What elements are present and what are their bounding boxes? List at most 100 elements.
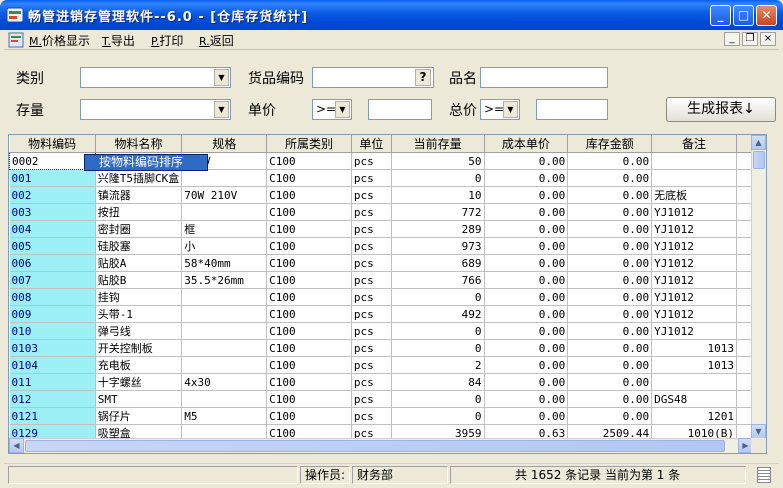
table-cell[interactable]: C100	[266, 356, 352, 374]
table-cell[interactable]: pcs	[351, 169, 392, 187]
table-cell[interactable]: 0002	[9, 152, 96, 170]
table-cell[interactable]: 0.00	[484, 373, 569, 391]
scroll-thumb[interactable]	[753, 151, 765, 169]
table-cell[interactable]	[181, 424, 268, 439]
scroll-down-icon[interactable]: ▼	[751, 424, 766, 439]
close-button[interactable]: ✕	[756, 5, 777, 26]
table-cell[interactable]: pcs	[351, 373, 392, 391]
table-cell[interactable]: 973	[391, 237, 485, 255]
table-cell[interactable]: pcs	[351, 220, 392, 238]
table-cell[interactable]: 006	[9, 254, 96, 272]
table-cell[interactable]	[181, 203, 268, 221]
table-cell[interactable]: 小	[181, 237, 268, 255]
table-cell[interactable]: 0.00	[567, 390, 653, 408]
total-input[interactable]	[536, 99, 608, 120]
column-header[interactable]: 单位	[351, 135, 392, 153]
table-cell[interactable]: 0.00	[484, 390, 569, 408]
table-cell[interactable]: 十字螺丝	[95, 373, 183, 391]
table-cell[interactable]: DGS48	[651, 390, 737, 408]
table-cell[interactable]: pcs	[351, 152, 392, 170]
table-cell[interactable]: 0.63	[484, 424, 569, 439]
mdi-minimize-button[interactable]: _	[724, 32, 740, 46]
table-cell[interactable]: 50	[391, 152, 485, 170]
table-cell[interactable]: 289	[391, 220, 485, 238]
table-cell[interactable]: C100	[266, 407, 352, 425]
column-header[interactable]: 物料编码	[9, 135, 96, 153]
table-cell[interactable]: 充电板	[95, 356, 183, 374]
table-cell[interactable]: 镇流器	[95, 186, 183, 204]
table-cell[interactable]: 0.00	[484, 186, 569, 204]
table-cell[interactable]: 无底板	[651, 186, 737, 204]
table-cell[interactable]: 005	[9, 237, 96, 255]
table-cell[interactable]: C100	[266, 373, 352, 391]
column-header[interactable]: 物料名称	[95, 135, 183, 153]
table-row[interactable]: 0104 充电板 C100 pcs 2 0.00 0.00 1013	[9, 356, 753, 374]
table-cell[interactable]: pcs	[351, 271, 392, 289]
chevron-down-icon[interactable]: ▼	[214, 101, 229, 118]
table-cell[interactable]: YJ1012	[651, 322, 737, 340]
lookup-button[interactable]: ?	[415, 69, 431, 86]
table-cell[interactable]: M5	[181, 407, 268, 425]
table-cell[interactable]: pcs	[351, 339, 392, 357]
table-cell[interactable]	[181, 288, 268, 306]
table-cell[interactable]: 0.00	[484, 339, 569, 357]
table-cell[interactable]: pcs	[351, 305, 392, 323]
table-cell[interactable]: pcs	[351, 407, 392, 425]
table-cell[interactable]: 0104	[9, 356, 96, 374]
table-cell[interactable]: 密封圈	[95, 220, 183, 238]
table-cell[interactable]: pcs	[351, 390, 392, 408]
table-cell[interactable]: 007	[9, 271, 96, 289]
table-cell[interactable]: 0.00	[484, 152, 569, 170]
price-input[interactable]	[368, 99, 432, 120]
table-cell[interactable]: 贴胶A	[95, 254, 183, 272]
code-input[interactable]: ?	[312, 67, 434, 88]
table-cell[interactable]: 0.00	[484, 254, 569, 272]
table-row[interactable]: 012 SMT C100 pcs 0 0.00 0.00 DGS48	[9, 390, 753, 408]
table-cell[interactable]: C100	[266, 186, 352, 204]
name-input[interactable]	[480, 67, 608, 88]
table-cell[interactable]: 0	[391, 322, 485, 340]
table-cell[interactable]: 492	[391, 305, 485, 323]
table-cell[interactable]	[651, 152, 737, 170]
table-cell[interactable]: pcs	[351, 288, 392, 306]
total-operator-select[interactable]: >= ▼	[480, 99, 520, 120]
table-cell[interactable]: 0.00	[567, 373, 653, 391]
table-row[interactable]: 004 密封圈框 C100 pcs 289 0.00 0.00 YJ1012	[9, 220, 753, 238]
menu-export[interactable]: T.导出	[102, 32, 135, 49]
column-header[interactable]: 备注	[651, 135, 737, 153]
table-row[interactable]: 011 十字螺丝 4x30 C100 pcs 84 0.00 0.00	[9, 373, 753, 391]
table-cell[interactable]: 0.00	[484, 169, 569, 187]
table-cell[interactable]: 0.00	[567, 271, 653, 289]
table-cell[interactable]: 010	[9, 322, 96, 340]
table-cell[interactable]: 766	[391, 271, 485, 289]
table-cell[interactable]: 84	[391, 373, 485, 391]
table-cell[interactable]: YJ1012	[651, 254, 737, 272]
table-cell[interactable]: 按扭	[95, 203, 183, 221]
menu-price-display[interactable]: M.价格显示	[29, 32, 90, 49]
table-cell[interactable]: SMT	[95, 390, 183, 408]
table-cell[interactable]: 0.00	[484, 220, 569, 238]
table-row[interactable]: 008 挂钩 C100 pcs 0 0.00 0.00 YJ1012	[9, 288, 753, 306]
table-cell[interactable]: 689	[391, 254, 485, 272]
table-cell[interactable]: 1013	[651, 339, 737, 357]
table-cell[interactable]: 挂钩	[95, 288, 183, 306]
table-cell[interactable]: 0121	[9, 407, 96, 425]
table-cell[interactable]: 1013	[651, 356, 737, 374]
table-cell[interactable]: 011	[9, 373, 96, 391]
table-cell[interactable]: C100	[266, 271, 352, 289]
table-cell[interactable]: 0.00	[567, 305, 653, 323]
table-cell[interactable]: 0129	[9, 424, 96, 439]
table-cell[interactable]: 头带-1	[95, 305, 183, 323]
table-cell[interactable]: 1010(B)	[651, 424, 737, 439]
table-cell[interactable]: 002	[9, 186, 96, 204]
table-cell[interactable]: 0.00	[567, 203, 653, 221]
menu-return[interactable]: R.返回	[199, 32, 234, 49]
table-cell[interactable]: 0.00	[567, 407, 653, 425]
table-cell[interactable]: YJ1012	[651, 288, 737, 306]
table-cell[interactable]: 框	[181, 220, 268, 238]
table-cell[interactable]: 0.00	[567, 186, 653, 204]
table-row[interactable]: 003 按扭 C100 pcs 772 0.00 0.00 YJ1012	[9, 203, 753, 221]
column-header[interactable]: 成本单价	[484, 135, 569, 153]
category-select[interactable]: ▼	[80, 67, 231, 88]
column-header[interactable]: 规格	[181, 135, 268, 153]
